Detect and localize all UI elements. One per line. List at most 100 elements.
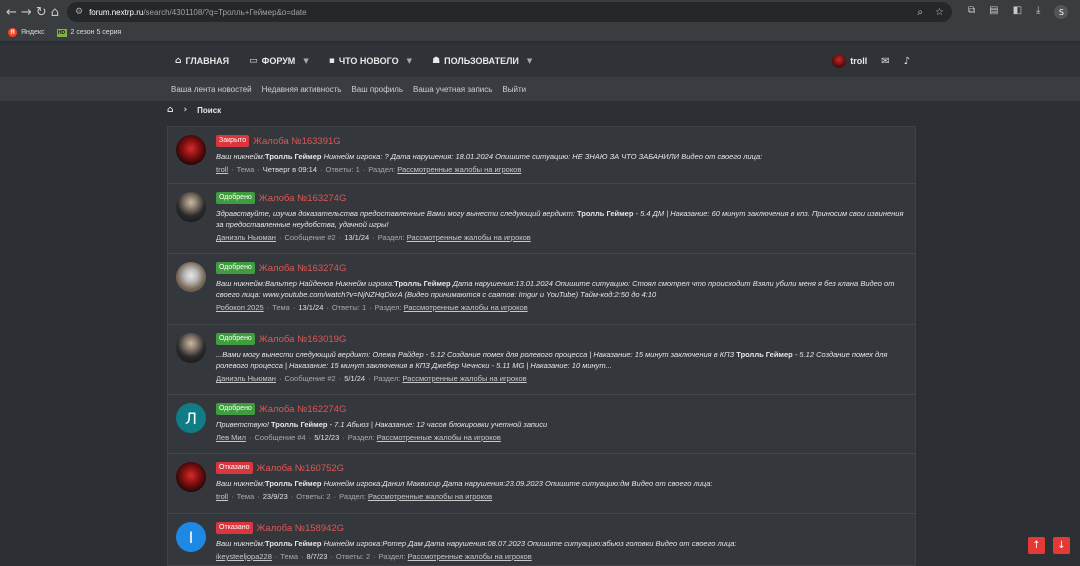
result-kind: Тема xyxy=(280,552,299,561)
home-icon: ⌂ xyxy=(175,56,182,66)
avatar[interactable] xyxy=(176,262,206,292)
author-link[interactable]: troll xyxy=(216,492,228,501)
result-title: Одобрено Жалоба №163019G xyxy=(216,333,905,345)
nav-home[interactable]: ⌂ ГЛАВНАЯ xyxy=(175,56,229,66)
result-meta: troll · Тема · Четверг в 09:14 · Ответы: 1 · Раз… xyxy=(216,165,522,174)
subnav-account[interactable]: Ваша учетная запись xyxy=(413,85,492,94)
status-badge: Отказано xyxy=(216,522,253,534)
nav-forum[interactable]: ▭ ФОРУМ ▼ xyxy=(249,56,309,66)
side-panel-icon[interactable]: ◧ xyxy=(1013,5,1022,19)
author-link[interactable]: Робокоп 2025 xyxy=(216,303,264,312)
bookmark-star-icon[interactable]: ☆ xyxy=(935,7,944,18)
result-snippet: ...Вами могу вынести следующий вердикт: … xyxy=(216,350,888,370)
section-link[interactable]: Рассмотренные жалобы на игроков xyxy=(368,492,492,501)
result-snippet: Ваш никнейм:Тролль Геймер Никнейм игрока… xyxy=(216,539,737,548)
result-body: Закрыто Жалоба №163391G Ваш никнейм:Тролль… xyxy=(216,135,905,174)
author-link[interactable]: troll xyxy=(216,165,228,174)
section-link[interactable]: Рассмотренные жалобы на игроков xyxy=(397,165,521,174)
result-body: Одобрено Жалоба №163274G Ваш никнейм:Вальт… xyxy=(216,262,905,312)
back-icon[interactable]: ← xyxy=(6,3,17,21)
reload-icon[interactable]: ↻ xyxy=(36,3,47,21)
bookmark-series[interactable]: HD 2 сезон 5 серия xyxy=(56,28,121,37)
avatar[interactable]: I xyxy=(176,522,206,552)
envelope-icon[interactable]: ✉ xyxy=(881,56,889,67)
section-label: Раздел: xyxy=(373,374,401,383)
section-label: Раздел: xyxy=(377,233,405,242)
avatar[interactable] xyxy=(176,462,206,492)
download-icon[interactable]: ⤓ xyxy=(1036,5,1040,19)
avatar[interactable]: Л xyxy=(176,403,206,433)
users-icon: ☗ xyxy=(432,56,441,66)
result-title-link[interactable]: Жалоба №163391G xyxy=(253,136,341,147)
result-snippet: Ваш никнейм:Тролль Геймер Никнейм игрока… xyxy=(216,479,713,488)
result-meta: Лев Мил · Сообщение #4 · 5/12/23 · Раздел: Рас… xyxy=(216,433,501,442)
result-kind: Тема xyxy=(236,492,255,501)
zoom-icon[interactable]: ⌕ xyxy=(917,7,923,18)
result-snippet: Ваш никнейм:Вальтер Найденов Никнейм игр… xyxy=(216,279,895,299)
home-icon[interactable]: ⌂ xyxy=(51,3,59,21)
url-text[interactable]: forum.nextrp.ru/search/4301108/?q=Тролль… xyxy=(89,8,911,17)
section-link[interactable]: Рассмотренные жалобы на игроков xyxy=(403,374,527,383)
bookmark-yandex[interactable]: Я Яндекс xyxy=(8,28,45,37)
author-link[interactable]: Даниэль Ньюман xyxy=(216,374,276,383)
list-item[interactable]: Одобрено Жалоба №163274G Ваш никнейм:Вальт… xyxy=(168,254,915,325)
chevron-right-icon: › xyxy=(183,105,188,115)
result-title-link[interactable]: Жалоба №163019G xyxy=(259,334,347,345)
comment-icon: ▪ xyxy=(328,56,335,66)
list-item[interactable]: Закрыто Жалоба №163391G Ваш никнейм:Тролль… xyxy=(168,127,915,184)
section-link[interactable]: Рассмотренные жалобы на игроков xyxy=(408,552,532,561)
result-meta: troll · Тема · 23/9/23 · Ответы: 2 · Раздел: Рас… xyxy=(216,492,493,501)
breadcrumb: ⌂ › Поиск xyxy=(0,101,1080,119)
result-date: 8/7/23 xyxy=(306,552,328,561)
section-label: Раздел: xyxy=(374,303,402,312)
avatar[interactable] xyxy=(176,135,206,165)
section-link[interactable]: Рассмотренные жалобы на игроков xyxy=(407,233,531,242)
result-meta: Робокоп 2025 · Тема · 13/1/24 · Ответы: 1 · Разд… xyxy=(216,303,528,312)
result-title: Отказано Жалоба №160752G xyxy=(216,462,905,474)
list-item[interactable]: I Отказано Жалоба №158942G Ваш никнейм:Трол… xyxy=(168,514,915,565)
list-item[interactable]: Л Одобрено Жалоба №162274G Приветствую! Тро… xyxy=(168,395,915,454)
list-item[interactable]: Одобрено Жалоба №163274G Здравствуйте, изу… xyxy=(168,184,915,254)
result-body: Отказано Жалоба №160752G Ваш никнейм:Тролл… xyxy=(216,462,905,501)
extensions-icon[interactable]: ⧉ xyxy=(968,5,975,19)
subnav-feed[interactable]: Ваша лента новостей xyxy=(171,85,252,94)
scroll-top-icon[interactable]: ↑ xyxy=(1028,537,1045,554)
nav-whats-new[interactable]: ▪ ЧТО НОВОГО ▼ xyxy=(329,56,412,66)
profile-avatar-icon[interactable]: S xyxy=(1054,5,1069,19)
result-body: Одобрено Жалоба №163019G ...Вами могу выне… xyxy=(216,333,905,383)
author-link[interactable]: Лев Мил xyxy=(216,433,246,442)
forward-icon[interactable]: → xyxy=(21,3,32,21)
result-kind: Сообщение #2 xyxy=(284,374,336,383)
author-link[interactable]: ikeysteeljopa228 xyxy=(216,552,272,561)
subnav-activity[interactable]: Недавняя активность xyxy=(262,85,342,94)
chevron-down-icon[interactable]: ▼ xyxy=(407,57,412,65)
chevron-down-icon[interactable]: ▼ xyxy=(303,57,308,65)
scroll-bottom-icon[interactable]: ↓ xyxy=(1053,537,1070,554)
avatar[interactable] xyxy=(176,333,206,363)
result-title-link[interactable]: Жалоба №158942G xyxy=(257,523,345,534)
result-snippet: Здравствуйте, изучив доказательства пред… xyxy=(216,209,904,229)
result-title-link[interactable]: Жалоба №163274G xyxy=(259,193,347,204)
user-menu[interactable]: troll xyxy=(832,54,867,68)
list-item[interactable]: Одобрено Жалоба №163019G ...Вами могу выне… xyxy=(168,325,915,395)
chevron-down-icon[interactable]: ▼ xyxy=(527,57,532,65)
result-title: Закрыто Жалоба №163391G xyxy=(216,135,905,147)
result-title-link[interactable]: Жалоба №162274G xyxy=(259,404,347,415)
site-info-icon[interactable]: ⚙ xyxy=(75,7,83,17)
author-link[interactable]: Даниэль Ньюман xyxy=(216,233,276,242)
nav-users[interactable]: ☗ ПОЛЬЗОВАТЕЛИ ▼ xyxy=(432,56,532,66)
subnav-profile[interactable]: Ваш профиль xyxy=(351,85,403,94)
result-title-link[interactable]: Жалоба №163274G xyxy=(259,263,347,274)
section-link[interactable]: Рассмотренные жалобы на игроков xyxy=(404,303,528,312)
section-link[interactable]: Рассмотренные жалобы на игроков xyxy=(377,433,501,442)
result-replies: Ответы: 2 xyxy=(335,552,371,561)
bell-icon[interactable]: ♪ xyxy=(904,56,910,67)
list-item[interactable]: Отказано Жалоба №160752G Ваш никнейм:Тролл… xyxy=(168,454,915,514)
address-bar[interactable]: ⚙ forum.nextrp.ru/search/4301108/?q=Трол… xyxy=(66,2,952,22)
subnav-logout[interactable]: Выйти xyxy=(502,85,526,94)
reading-list-icon[interactable]: ▤ xyxy=(989,5,998,19)
result-title-link[interactable]: Жалоба №160752G xyxy=(257,463,345,474)
home-icon[interactable]: ⌂ xyxy=(167,105,173,115)
hd-icon: HD xyxy=(56,28,67,37)
avatar[interactable] xyxy=(176,192,206,222)
